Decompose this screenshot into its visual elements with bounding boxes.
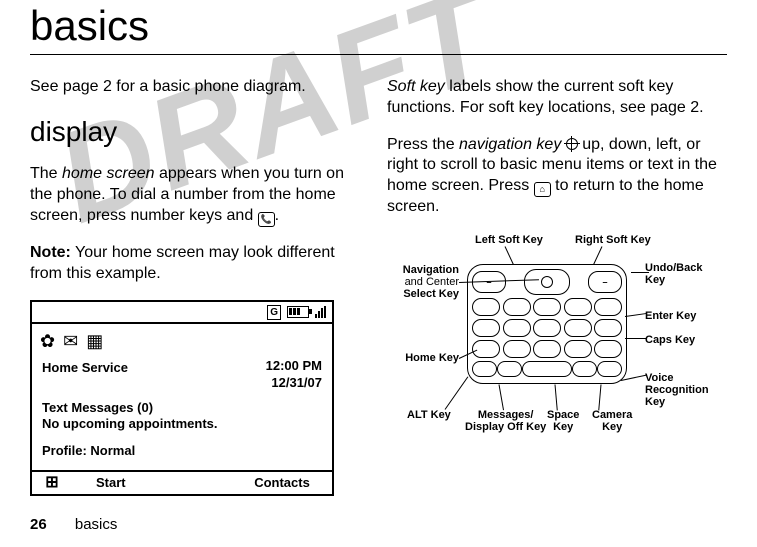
label-messages-display-off: Messages/Display Off Key bbox=[465, 409, 546, 433]
home-key-icon: ⌂ bbox=[534, 182, 551, 197]
leader-line bbox=[631, 272, 649, 273]
leader-line bbox=[555, 384, 558, 410]
leader-line bbox=[625, 338, 647, 339]
text: . bbox=[275, 207, 279, 224]
text: Press the bbox=[387, 136, 459, 153]
label-voice-key: VoiceRecognitionKey bbox=[645, 372, 709, 408]
label-caps-key: Caps Key bbox=[645, 334, 695, 346]
gear-icon: ✿ bbox=[40, 330, 55, 353]
keypad-diagram: – – Left Soft Key Right Soft Key Navigat… bbox=[387, 234, 727, 464]
navigation-paragraph: Press the navigation key up, down, left,… bbox=[387, 135, 727, 218]
left-softkey-label: Start bbox=[72, 475, 232, 492]
text: The bbox=[30, 165, 62, 182]
status-icon-row: ✿ ✉ ▦ bbox=[32, 324, 332, 353]
battery-icon bbox=[287, 306, 309, 318]
appointments-line: No upcoming appointments. bbox=[42, 416, 322, 433]
label-space-key: SpaceKey bbox=[547, 409, 579, 433]
profile-line: Profile: Normal bbox=[42, 443, 322, 460]
service-label: Home Service bbox=[42, 360, 128, 375]
label-undo-back: Undo/BackKey bbox=[645, 262, 702, 286]
right-column: Soft key labels show the current soft ke… bbox=[387, 77, 727, 496]
keypad-outline: – – bbox=[467, 264, 627, 384]
label-home-key: Home Key bbox=[387, 352, 459, 364]
label-right-soft-key: Right Soft Key bbox=[575, 234, 651, 246]
note-paragraph: Note: Your home screen may look differen… bbox=[30, 243, 347, 285]
windows-icon: ⊞ bbox=[32, 473, 72, 494]
mail-icon: ✉ bbox=[63, 330, 78, 353]
display-heading: display bbox=[30, 114, 347, 150]
intro-paragraph: See page 2 for a basic phone diagram. bbox=[30, 77, 347, 98]
page-number: 26 bbox=[30, 516, 47, 533]
nav-key-term: navigation key bbox=[459, 136, 561, 153]
display-paragraph: The home screen appears when you turn on… bbox=[30, 164, 347, 227]
label-camera-key: CameraKey bbox=[592, 409, 632, 433]
page-title: basics bbox=[30, 0, 727, 50]
home-screen-term: home screen bbox=[62, 165, 155, 182]
g-badge-icon: G bbox=[267, 305, 281, 320]
leader-line bbox=[598, 384, 601, 410]
label-left-soft-key: Left Soft Key bbox=[475, 234, 543, 246]
label-nav-center: Navigation and Center Select Key bbox=[387, 264, 459, 300]
leader-line bbox=[499, 384, 504, 410]
leader-line bbox=[505, 246, 514, 265]
page-content: basics See page 2 for a basic phone diag… bbox=[0, 0, 757, 496]
right-softkey-label: Contacts bbox=[232, 475, 332, 492]
leader-line bbox=[625, 313, 647, 317]
softkey-bar: ⊞ Start Contacts bbox=[32, 470, 332, 494]
footer-section: basics bbox=[75, 516, 118, 533]
calendar-icon: ▦ bbox=[86, 330, 103, 353]
softkey-paragraph: Soft key labels show the current soft ke… bbox=[387, 77, 727, 119]
label-alt-key: ALT Key bbox=[407, 409, 451, 421]
phone-body: 12:00 PM12/31/07 Home Service Text Messa… bbox=[32, 354, 332, 470]
clock-readout: 12:00 PM12/31/07 bbox=[266, 358, 322, 392]
leader-line bbox=[445, 376, 469, 409]
nav-pad-shape bbox=[524, 269, 570, 295]
right-soft-key-shape: – bbox=[588, 271, 622, 293]
dial-send-key-icon: 📞 bbox=[258, 212, 275, 227]
note-label: Note: bbox=[30, 244, 71, 261]
title-rule bbox=[30, 54, 727, 55]
note-body: Your home screen may look different from… bbox=[30, 244, 335, 282]
phone-screen-mockup: G ✿ ✉ ▦ 12:00 PM12/31/07 bbox=[30, 300, 334, 496]
page-footer: 26 basics bbox=[30, 516, 117, 533]
label-enter-key: Enter Key bbox=[645, 310, 696, 322]
leader-line bbox=[593, 246, 602, 265]
navigation-key-icon bbox=[566, 138, 578, 150]
text-messages-line: Text Messages (0) bbox=[42, 400, 322, 417]
signal-icon bbox=[315, 306, 326, 318]
softkey-term: Soft key bbox=[387, 78, 445, 95]
status-bar: G bbox=[32, 302, 332, 324]
left-column: See page 2 for a basic phone diagram. di… bbox=[30, 77, 347, 496]
